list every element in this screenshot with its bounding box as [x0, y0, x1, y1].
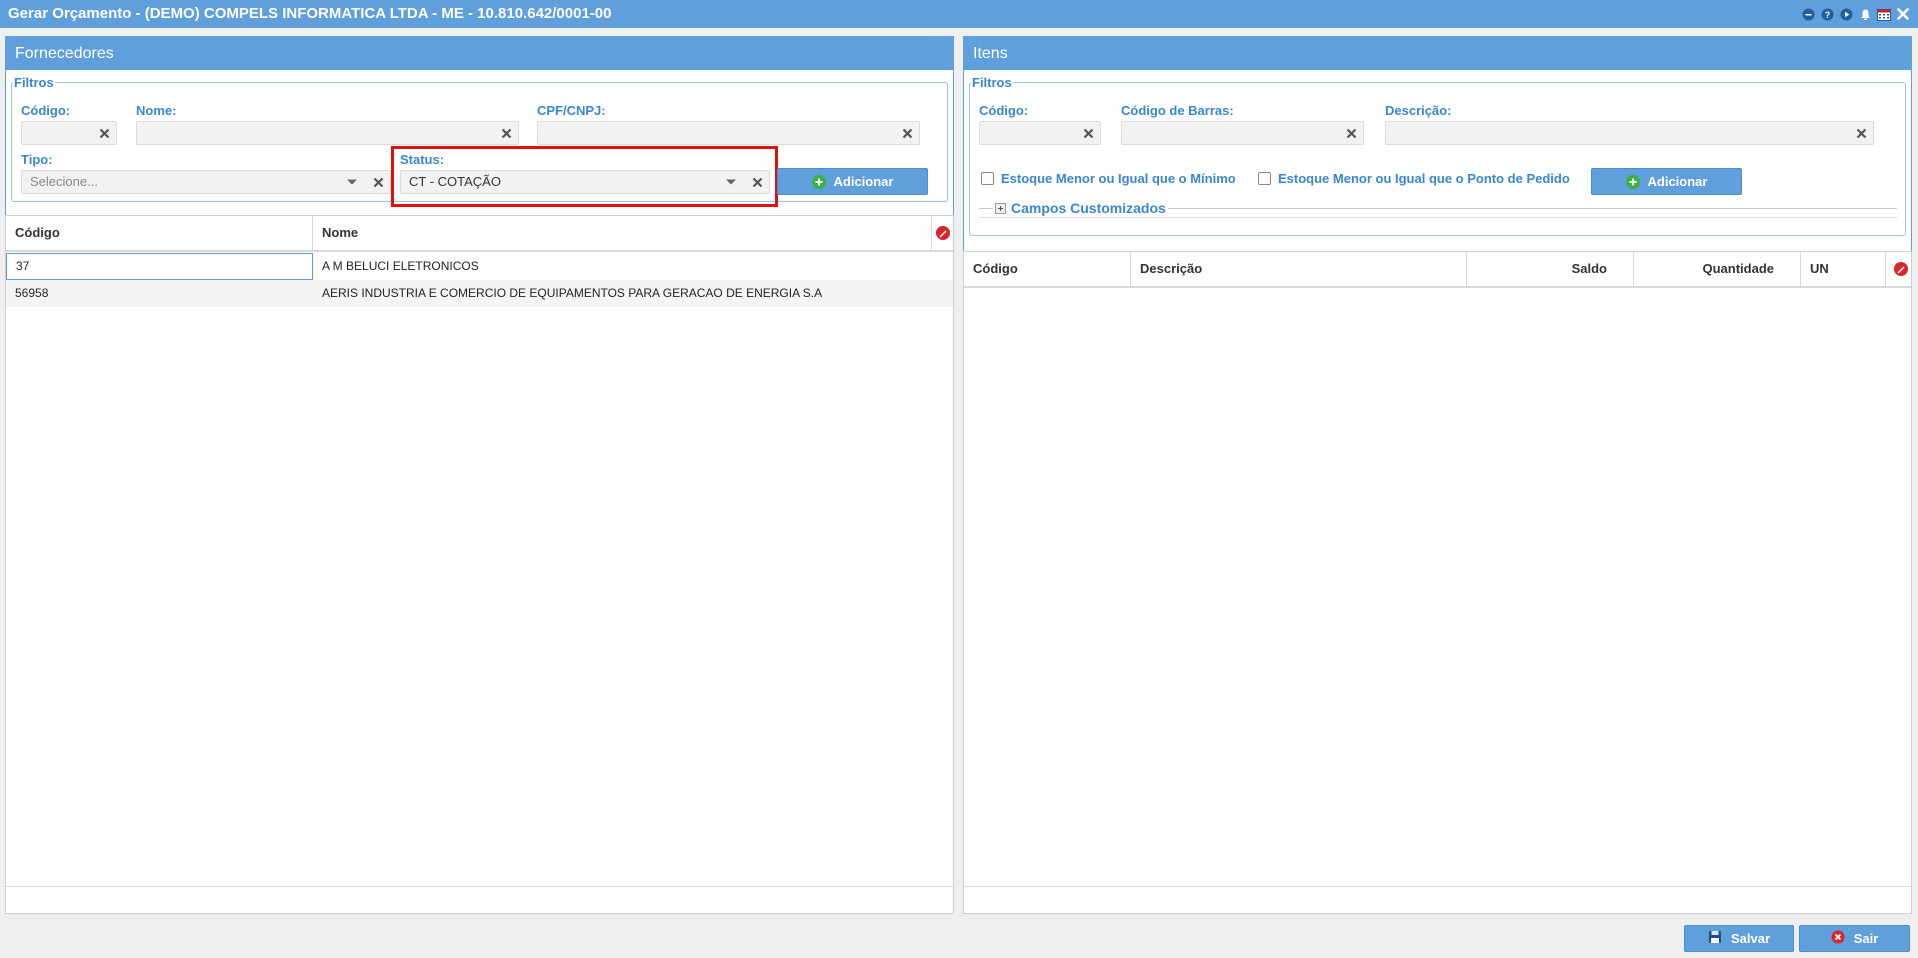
calendar-icon[interactable] [1877, 7, 1891, 21]
cell-codigo[interactable]: 37 [6, 253, 313, 280]
codigo-barras-input[interactable] [1121, 121, 1364, 145]
estoque-minimo-checkbox[interactable] [981, 172, 994, 185]
tipo-placeholder: Selecione... [30, 174, 98, 189]
descricao-input[interactable] [1385, 121, 1874, 145]
help-icon[interactable]: ? [1820, 7, 1834, 21]
fornecedores-grid-header: Código Nome [6, 216, 953, 252]
codigo-label: Código: [21, 103, 71, 118]
play-icon[interactable] [1839, 7, 1853, 21]
status-label: Status: [400, 152, 445, 167]
status-dropdown-icon[interactable] [723, 174, 739, 190]
table-row[interactable]: 56958 AERIS INDUSTRIA E COMERCIO DE EQUI… [6, 280, 953, 307]
salvar-button[interactable]: Salvar [1684, 925, 1794, 952]
cell-nome[interactable]: AERIS INDUSTRIA E COMERCIO DE EQUIPAMENT… [313, 280, 943, 307]
tipo-label: Tipo: [21, 152, 53, 167]
fornecedores-grid: Código Nome 37 A M BELUCI ELETRONICOS 56… [5, 215, 954, 914]
itens-grid-footer [964, 886, 1911, 913]
clear-cpf-cnpj-icon[interactable] [899, 125, 915, 141]
estoque-ponto-pedido-checkbox[interactable] [1258, 172, 1271, 185]
column-header-saldo[interactable]: Saldo [1467, 252, 1634, 286]
itens-panel: Itens Filtros Código: Código de Barras: … [963, 36, 1912, 914]
expand-icon[interactable] [995, 202, 1006, 214]
window-title: Gerar Orçamento - (DEMO) COMPELS INFORMA… [8, 5, 612, 22]
fornecedores-panel: Fornecedores Filtros Código: Nome: CPF/C… [5, 36, 954, 914]
svg-text:?: ? [1824, 10, 1830, 20]
clear-grid-icon[interactable] [935, 225, 951, 241]
clear-status-icon[interactable] [749, 174, 765, 190]
descricao-label: Descrição: [1385, 103, 1452, 118]
adicionar-fornecedor-label: Adicionar [833, 174, 894, 189]
estoque-ponto-pedido-label[interactable]: Estoque Menor ou Igual que o Ponto de Pe… [1278, 171, 1570, 186]
status-select[interactable]: CT - COTAÇÃO [400, 170, 770, 194]
itens-header: Itens [964, 37, 1911, 70]
window-titlebar: Gerar Orçamento - (DEMO) COMPELS INFORMA… [0, 0, 1918, 28]
column-header-quantidade[interactable]: Quantidade [1634, 252, 1801, 286]
add-icon [811, 174, 826, 189]
sair-button[interactable]: Sair [1799, 925, 1910, 952]
column-header-un[interactable]: UN [1801, 252, 1886, 286]
filtros-legend: Filtros [972, 75, 1012, 90]
estoque-minimo-label[interactable]: Estoque Menor ou Igual que o Mínimo [1001, 171, 1236, 186]
itens-grid: Código Descrição Saldo Quantidade UN [963, 251, 1912, 914]
campos-customizados-label[interactable]: Campos Customizados [1011, 200, 1166, 216]
window-controls: ? [1801, 0, 1910, 28]
clear-tipo-icon[interactable] [370, 174, 386, 190]
item-codigo-label: Código: [979, 103, 1029, 118]
divider [979, 217, 1897, 218]
clear-item-codigo-icon[interactable] [1080, 125, 1096, 141]
add-icon [1625, 174, 1640, 189]
adicionar-item-label: Adicionar [1647, 174, 1708, 189]
status-value: CT - COTAÇÃO [409, 174, 501, 189]
salvar-label: Salvar [1730, 931, 1771, 946]
exit-icon [1831, 930, 1845, 947]
fornecedores-grid-footer [6, 886, 953, 913]
sair-label: Sair [1853, 931, 1879, 946]
codigo-barras-label: Código de Barras: [1121, 103, 1234, 118]
filtros-legend: Filtros [14, 75, 54, 90]
clear-codigo-barras-icon[interactable] [1343, 125, 1359, 141]
cpf-cnpj-label: CPF/CNPJ: [537, 103, 606, 118]
item-codigo-input[interactable] [979, 121, 1101, 145]
column-header-nome[interactable]: Nome [313, 216, 932, 250]
cell-nome[interactable]: A M BELUCI ELETRONICOS [313, 253, 943, 280]
column-header-descricao[interactable]: Descrição [1131, 252, 1467, 286]
clear-nome-icon[interactable] [498, 125, 514, 141]
column-header-codigo[interactable]: Código [6, 216, 313, 250]
clear-grid-icon[interactable] [1893, 261, 1909, 277]
nome-input[interactable] [136, 121, 519, 145]
minimize-icon[interactable] [1801, 7, 1815, 21]
clear-descricao-icon[interactable] [1853, 125, 1869, 141]
campos-customizados-section: Campos Customizados [979, 200, 1897, 220]
tipo-dropdown-icon[interactable] [344, 174, 360, 190]
adicionar-item-button[interactable]: Adicionar [1591, 168, 1742, 195]
campos-customizados-toggle[interactable]: Campos Customizados [993, 200, 1168, 216]
save-icon [1708, 930, 1722, 947]
itens-grid-header: Código Descrição Saldo Quantidade UN [964, 252, 1911, 288]
codigo-input[interactable] [21, 121, 117, 145]
cell-codigo[interactable]: 56958 [6, 280, 313, 307]
tipo-select[interactable]: Selecione... [21, 170, 391, 194]
close-icon[interactable] [1896, 7, 1910, 21]
column-header-codigo[interactable]: Código [964, 252, 1131, 286]
table-row[interactable]: 37 A M BELUCI ELETRONICOS [6, 253, 953, 280]
cpf-cnpj-input[interactable] [537, 121, 920, 145]
adicionar-fornecedor-button[interactable]: Adicionar [777, 168, 928, 195]
bell-icon[interactable] [1858, 7, 1872, 21]
clear-codigo-icon[interactable] [96, 125, 112, 141]
nome-label: Nome: [136, 103, 177, 118]
fornecedores-header: Fornecedores [6, 37, 953, 70]
